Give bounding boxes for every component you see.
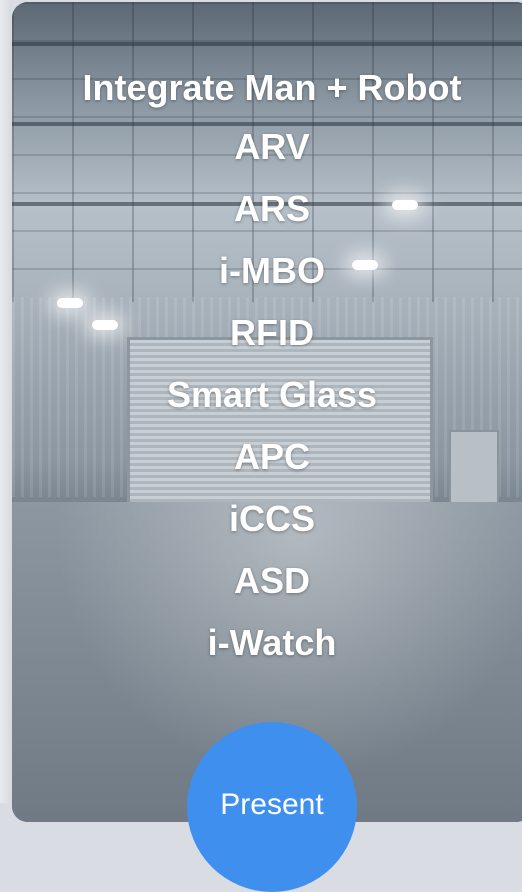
menu-item-iccs[interactable]: iCCS (12, 488, 522, 550)
present-button[interactable]: Present (187, 722, 357, 892)
menu-item-arv[interactable]: ARV (12, 116, 522, 178)
present-button-label: Present (220, 788, 324, 821)
solutions-menu: Integrate Man + Robot ARV ARS i-MBO RFID… (12, 64, 522, 674)
menu-item-apc[interactable]: APC (12, 426, 522, 488)
menu-item-i-mbo[interactable]: i-MBO (12, 240, 522, 302)
menu-item-i-watch[interactable]: i-Watch (12, 612, 522, 674)
truss-beam (12, 42, 522, 46)
menu-item-integrate-man-robot[interactable]: Integrate Man + Robot (12, 64, 522, 112)
menu-item-rfid[interactable]: RFID (12, 302, 522, 364)
left-gutter (0, 0, 12, 803)
menu-item-smart-glass[interactable]: Smart Glass (12, 364, 522, 426)
menu-item-asd[interactable]: ASD (12, 550, 522, 612)
menu-item-ars[interactable]: ARS (12, 178, 522, 240)
